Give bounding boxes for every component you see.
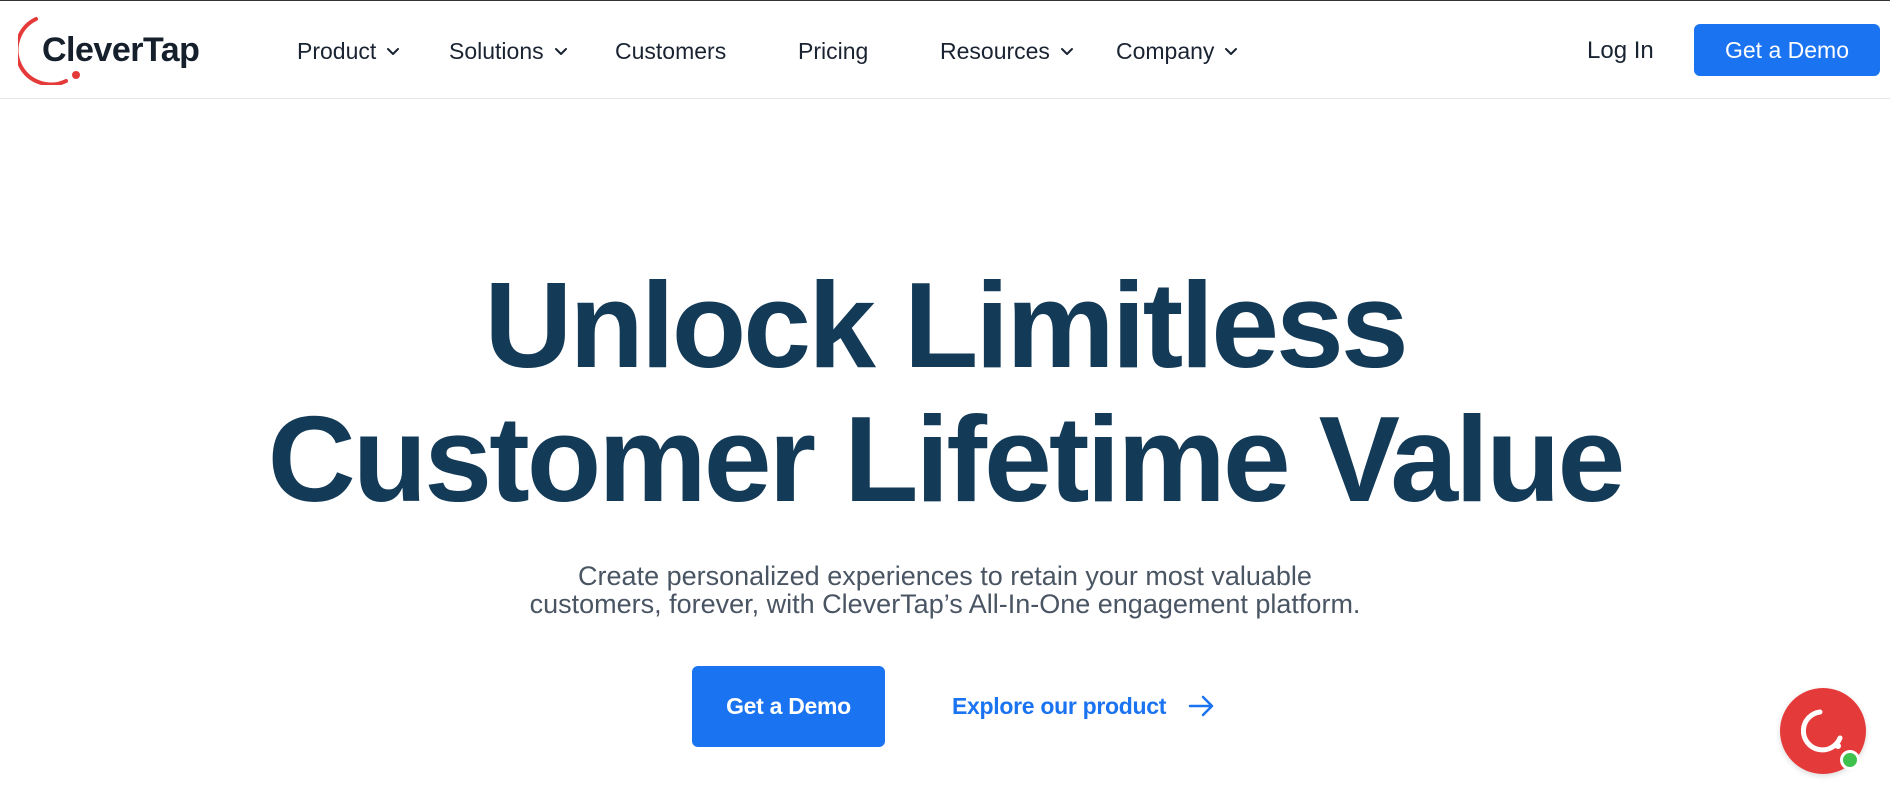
chat-launcher-button[interactable]	[1780, 688, 1866, 774]
nav-item-resources[interactable]: Resources	[940, 31, 1076, 71]
explore-product-link[interactable]: Explore our product	[952, 686, 1216, 726]
clevertap-logo[interactable]: CleverTap	[18, 15, 200, 85]
hero-title: Unlock Limitless Customer Lifetime Value	[0, 258, 1890, 526]
hero-title-line-2: Customer Lifetime Value	[267, 391, 1626, 527]
hero-subtitle: Create personalized experiences to retai…	[0, 562, 1890, 618]
hero-subtitle-line-2: customers, forever, with CleverTap’s All…	[529, 589, 1361, 619]
online-status-icon	[1840, 750, 1860, 770]
nav-item-label: Pricing	[798, 37, 869, 64]
explore-product-label: Explore our product	[952, 692, 1167, 719]
site-header: CleverTap Product Solutions Customers Pr…	[0, 1, 1890, 99]
nav-item-label: Company	[1116, 37, 1215, 64]
get-demo-hero-button[interactable]: Get a Demo	[692, 666, 885, 747]
hero-title-line-1: Unlock Limitless	[484, 257, 1409, 393]
nav-item-product[interactable]: Product	[297, 31, 402, 71]
nav-item-label: Resources	[940, 37, 1050, 64]
logo-wordmark: CleverTap	[42, 30, 200, 69]
nav-item-customers[interactable]: Customers	[615, 31, 726, 71]
nav-item-label: Customers	[615, 37, 727, 64]
chevron-down-icon	[387, 48, 400, 55]
hero-subtitle-line-1: Create personalized experiences to retai…	[578, 561, 1312, 591]
nav-item-pricing[interactable]: Pricing	[798, 31, 868, 71]
chevron-down-icon	[1225, 48, 1238, 55]
chevron-down-icon	[1060, 48, 1073, 55]
nav-item-label: Product	[297, 37, 377, 64]
nav-item-label: Solutions	[449, 37, 544, 64]
arrow-right-icon	[1188, 695, 1214, 717]
get-demo-header-button[interactable]: Get a Demo	[1694, 24, 1880, 76]
chevron-down-icon	[554, 48, 567, 55]
nav-item-solutions[interactable]: Solutions	[449, 31, 570, 71]
login-link[interactable]: Log In	[1587, 31, 1654, 71]
nav-item-company[interactable]: Company	[1116, 31, 1240, 71]
